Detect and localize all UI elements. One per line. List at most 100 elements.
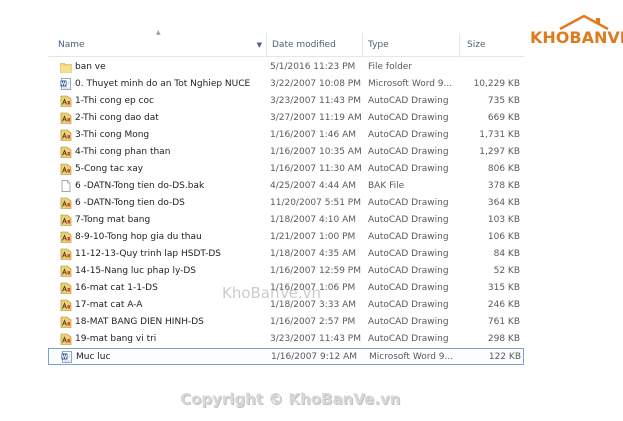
word-document-icon: W bbox=[60, 78, 72, 90]
file-name-cell: 2-Thi cong dao dat bbox=[60, 110, 270, 127]
file-row[interactable]: 3-Thi cong Mong 1/16/2007 1:46 AM AutoCAD … bbox=[48, 127, 524, 144]
file-name-cell: 1-Thi cong ep coc bbox=[60, 93, 270, 110]
file-row[interactable]: 7-Tong mat bang 1/18/2007 4:10 AM AutoCAD … bbox=[48, 212, 524, 229]
file-row[interactable]: 6 -DATN-Tong tien do-DS.bak 4/25/2007 4:4… bbox=[48, 178, 524, 195]
column-header-size-label: Size bbox=[467, 40, 486, 50]
file-date: 1/21/2007 1:00 PM bbox=[270, 232, 356, 242]
file-name-cell: 11-12-13-Quy trinh lap HSDT-DS bbox=[60, 246, 270, 263]
file-type: AutoCAD Drawing bbox=[368, 215, 449, 225]
file-name: 14-15-Nang luc phap ly-DS bbox=[75, 266, 197, 276]
file-name: 17-mat cat A-A bbox=[75, 300, 143, 310]
file-size: 669 KB bbox=[487, 113, 520, 123]
column-header-type-label: Type bbox=[368, 40, 389, 50]
file-size: 378 KB bbox=[487, 181, 520, 191]
file-size bbox=[460, 59, 520, 76]
file-row[interactable]: 1-Thi cong ep coc 3/23/2007 11:43 PM AutoC… bbox=[48, 93, 524, 110]
file-name-cell: 3-Thi cong Mong bbox=[60, 127, 270, 144]
file-date: 3/22/2007 10:08 PM bbox=[270, 79, 361, 89]
file-row[interactable]: 19-mat bang vi tri 3/23/2007 11:43 PM Auto… bbox=[48, 331, 524, 348]
file-row[interactable]: 8-9-10-Tong hop gia du thau 1/21/2007 1:0… bbox=[48, 229, 524, 246]
file-name: 6 -DATN-Tong tien do-DS.bak bbox=[75, 181, 205, 191]
file-size: 806 KB bbox=[487, 164, 520, 174]
file-date: 3/23/2007 11:43 PM bbox=[270, 334, 361, 344]
file-size: 1,297 KB bbox=[479, 147, 520, 157]
file-size: 246 KB bbox=[487, 300, 520, 310]
file-type: AutoCAD Drawing bbox=[368, 164, 449, 174]
file-row[interactable]: W 0. Thuyet minh do an Tot Nghiep NUCE 3/2… bbox=[48, 76, 524, 93]
file-size: 315 KB bbox=[487, 283, 520, 293]
file-type: AutoCAD Drawing bbox=[368, 300, 449, 310]
file-type: AutoCAD Drawing bbox=[368, 283, 449, 293]
file-size: 106 KB bbox=[487, 232, 520, 242]
file-name-cell: 5-Cong tac xay bbox=[60, 161, 270, 178]
file-date: 1/16/2007 2:57 PM bbox=[270, 317, 356, 327]
svg-text:W: W bbox=[61, 81, 67, 87]
file-type: AutoCAD Drawing bbox=[368, 130, 449, 140]
file-date: 1/16/2007 12:59 PM bbox=[270, 266, 361, 276]
file-type: BAK File bbox=[368, 181, 405, 191]
file-row[interactable]: 5-Cong tac xay 1/16/2007 11:30 AM AutoCAD … bbox=[48, 161, 524, 178]
file-type: Microsoft Word 9... bbox=[369, 352, 454, 362]
file-size: 10,229 KB bbox=[473, 79, 520, 89]
autocad-file-icon bbox=[60, 129, 72, 141]
file-size: 103 KB bbox=[487, 215, 520, 225]
autocad-file-icon bbox=[60, 197, 72, 209]
file-row[interactable]: 6 -DATN-Tong tien do-DS 11/20/2007 5:51 P… bbox=[48, 195, 524, 212]
file-name: 18-MAT BANG DIEN HINH-DS bbox=[75, 317, 204, 327]
file-name: 1-Thi cong ep coc bbox=[75, 96, 154, 106]
file-date: 11/20/2007 5:51 PM bbox=[270, 198, 361, 208]
file-size: 52 KB bbox=[493, 266, 520, 276]
file-date: 1/18/2007 4:35 AM bbox=[270, 249, 357, 259]
file-row[interactable]: 4-Thi cong phan than 1/16/2007 10:35 AM Au… bbox=[48, 144, 524, 161]
file-name: 11-12-13-Quy trinh lap HSDT-DS bbox=[75, 249, 221, 259]
file-row[interactable]: 14-15-Nang luc phap ly-DS 1/16/2007 12:59… bbox=[48, 263, 524, 280]
file-name-cell: 14-15-Nang luc phap ly-DS bbox=[60, 263, 270, 280]
autocad-file-icon bbox=[60, 282, 72, 294]
logo-text: KHOBANVE bbox=[530, 28, 623, 47]
file-size: 364 KB bbox=[487, 198, 520, 208]
file-size: 84 KB bbox=[493, 249, 520, 259]
file-row[interactable]: ban ve 5/1/2016 11:23 PM File folder bbox=[48, 59, 524, 76]
file-date: 3/27/2007 11:19 AM bbox=[270, 113, 362, 123]
column-header-date-label: Date modified bbox=[272, 40, 336, 50]
bak-file-icon bbox=[60, 180, 72, 192]
file-date: 1/16/2007 1:46 AM bbox=[270, 130, 357, 140]
file-type: AutoCAD Drawing bbox=[368, 249, 449, 259]
file-type: AutoCAD Drawing bbox=[368, 113, 449, 123]
file-row[interactable]: W Muc luc 1/16/2007 9:12 AM Microsoft Word … bbox=[48, 348, 524, 365]
file-type: AutoCAD Drawing bbox=[368, 317, 449, 327]
file-row[interactable]: 18-MAT BANG DIEN HINH-DS 1/16/2007 2:57 P… bbox=[48, 314, 524, 331]
column-header-name[interactable]: ▲ Name ▼ bbox=[48, 30, 266, 57]
file-type: AutoCAD Drawing bbox=[368, 96, 449, 106]
column-filter-dropdown-icon[interactable]: ▼ bbox=[257, 33, 262, 57]
file-name: Muc luc bbox=[76, 352, 111, 362]
copyright-text: Copyright © KhoBanVe.vn bbox=[180, 390, 401, 408]
column-header-name-label: Name bbox=[58, 40, 85, 50]
file-row[interactable]: 11-12-13-Quy trinh lap HSDT-DS 1/18/2007 … bbox=[48, 246, 524, 263]
autocad-file-icon bbox=[60, 248, 72, 260]
file-name: 2-Thi cong dao dat bbox=[75, 113, 159, 123]
column-header-size[interactable]: Size bbox=[459, 33, 523, 57]
file-name-cell: ban ve bbox=[60, 59, 270, 76]
file-date: 1/16/2007 10:35 AM bbox=[270, 147, 362, 157]
word-document-icon: W bbox=[61, 351, 73, 363]
khobanve-logo: KHOBANVE bbox=[530, 14, 623, 54]
file-list-view[interactable]: ▲ Name ▼ Date modified Type Size ban ve 5… bbox=[48, 30, 524, 370]
file-row[interactable]: 2-Thi cong dao dat 3/27/2007 11:19 AM Auto… bbox=[48, 110, 524, 127]
column-header-date[interactable]: Date modified bbox=[266, 33, 362, 57]
file-date: 3/23/2007 11:43 PM bbox=[270, 96, 361, 106]
file-size: 298 KB bbox=[487, 334, 520, 344]
column-header-type[interactable]: Type bbox=[362, 33, 459, 57]
file-name: 16-mat cat 1-1-DS bbox=[75, 283, 158, 293]
file-name: 5-Cong tac xay bbox=[75, 164, 144, 174]
autocad-file-icon bbox=[60, 112, 72, 124]
file-name-cell: 6 -DATN-Tong tien do-DS.bak bbox=[60, 178, 270, 195]
autocad-file-icon bbox=[60, 163, 72, 175]
file-type: AutoCAD Drawing bbox=[368, 266, 449, 276]
file-name-cell: 19-mat bang vi tri bbox=[60, 331, 270, 348]
autocad-file-icon bbox=[60, 333, 72, 345]
file-name: 0. Thuyet minh do an Tot Nghiep NUCE bbox=[75, 79, 251, 89]
file-date: 1/18/2007 4:10 AM bbox=[270, 215, 357, 225]
file-type: AutoCAD Drawing bbox=[368, 334, 449, 344]
file-size: 122 KB bbox=[488, 352, 521, 362]
